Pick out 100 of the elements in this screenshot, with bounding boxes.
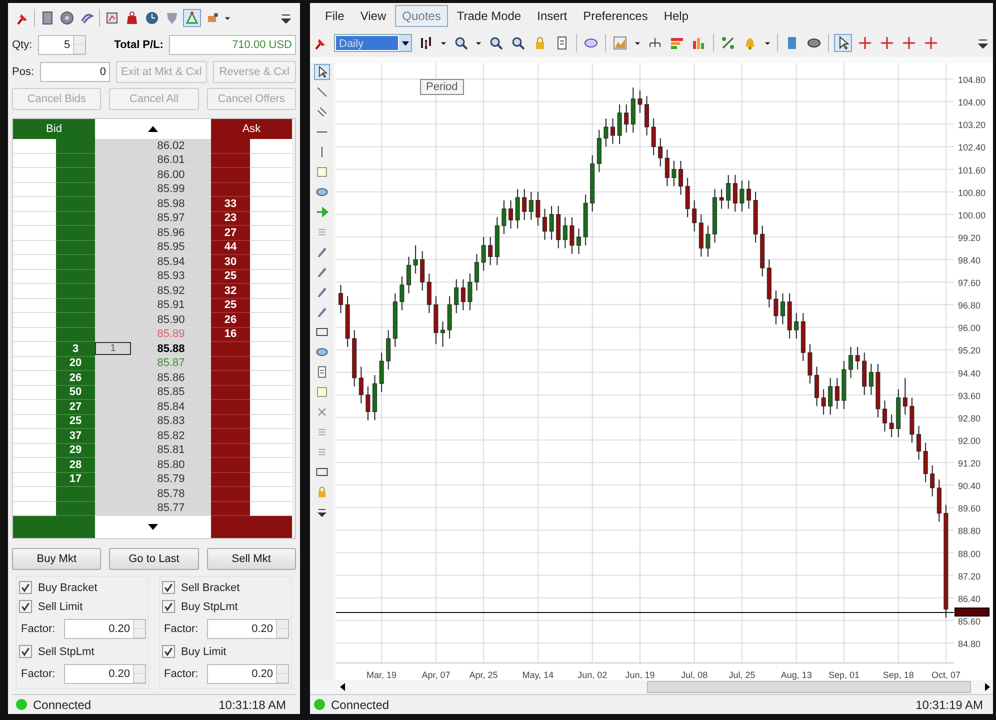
- ask-cell[interactable]: 16: [211, 328, 250, 342]
- zoom-icon[interactable]: [453, 35, 469, 51]
- ask-cell[interactable]: 32: [211, 284, 250, 298]
- crosshair-icon[interactable]: [901, 35, 917, 51]
- ask-cell[interactable]: 25: [211, 298, 250, 313]
- ask-cell[interactable]: [211, 371, 250, 386]
- bid-cell[interactable]: [56, 182, 95, 197]
- pencil-icon[interactable]: [315, 265, 329, 279]
- line-icon[interactable]: [315, 85, 329, 99]
- caret-icon[interactable]: [475, 40, 482, 46]
- bid-cell[interactable]: 26: [56, 371, 95, 386]
- ask-cell[interactable]: [211, 139, 250, 154]
- bid-cell[interactable]: [56, 197, 95, 212]
- menu-item[interactable]: View: [353, 5, 394, 27]
- menu-item[interactable]: Help: [656, 5, 696, 27]
- ask-cell[interactable]: [211, 168, 250, 182]
- bid-cell[interactable]: [56, 212, 95, 226]
- bid-cell[interactable]: 17: [56, 472, 95, 487]
- factor-field[interactable]: 0.20: [207, 664, 289, 684]
- percent-icon[interactable]: [720, 35, 736, 51]
- market-button[interactable]: Sell Mkt: [206, 548, 296, 570]
- note-icon[interactable]: [315, 165, 329, 179]
- bid-cell[interactable]: [56, 284, 95, 298]
- ask-cell[interactable]: 30: [211, 255, 250, 270]
- pencil-icon[interactable]: [315, 285, 329, 299]
- bid-cell[interactable]: 37: [56, 429, 95, 444]
- bid-cell[interactable]: 50: [56, 386, 95, 400]
- spin-buttons[interactable]: [133, 620, 145, 638]
- position-field[interactable]: 0: [40, 62, 110, 82]
- caret-icon[interactable]: [224, 16, 231, 20]
- caret-icon[interactable]: [402, 40, 408, 46]
- ask-cell[interactable]: 44: [211, 240, 250, 255]
- bid-cell[interactable]: 27: [56, 400, 95, 414]
- bid-cell[interactable]: [56, 313, 95, 328]
- menu-item[interactable]: Preferences: [576, 5, 655, 27]
- spin-buttons[interactable]: [276, 665, 288, 683]
- crosshair-icon[interactable]: [857, 35, 873, 51]
- scroll-right-icon[interactable]: [984, 683, 990, 691]
- factor-field[interactable]: 0.20: [64, 619, 146, 639]
- bid-cell[interactable]: [56, 487, 95, 502]
- zoom-icon[interactable]: [510, 35, 526, 51]
- rectangle-icon[interactable]: [315, 325, 329, 339]
- ask-cell[interactable]: [211, 458, 250, 472]
- crosshair-icon[interactable]: [923, 35, 939, 51]
- note-icon[interactable]: [315, 385, 329, 399]
- bid-cell[interactable]: [56, 502, 95, 516]
- menu-item[interactable]: File: [318, 5, 352, 27]
- checkbox[interactable]: [162, 581, 175, 594]
- caret-icon[interactable]: [764, 40, 771, 46]
- market-button[interactable]: Go to Last: [109, 548, 199, 570]
- checkbox[interactable]: [162, 600, 175, 613]
- spin-buttons[interactable]: [133, 665, 145, 683]
- bid-cell[interactable]: [56, 255, 95, 270]
- bid-cell[interactable]: [56, 154, 95, 168]
- bid-cell[interactable]: [56, 328, 95, 342]
- bid-cell[interactable]: 25: [56, 414, 95, 429]
- cursor-icon[interactable]: [315, 65, 329, 79]
- triangle-icon[interactable]: [184, 10, 200, 26]
- bid-cell[interactable]: [56, 168, 95, 182]
- spin-buttons[interactable]: [276, 620, 288, 638]
- menu-item[interactable]: Insert: [530, 5, 574, 27]
- ask-cell[interactable]: [211, 487, 250, 502]
- ask-cell[interactable]: 25: [211, 270, 250, 284]
- ask-cell[interactable]: [211, 400, 250, 414]
- ask-cell[interactable]: [211, 444, 250, 458]
- pencil-icon[interactable]: [315, 305, 329, 319]
- arrow-icon[interactable]: [315, 205, 329, 219]
- area-chart-icon[interactable]: [612, 35, 628, 51]
- order-marker[interactable]: 1: [95, 342, 131, 356]
- down-triangle-icon[interactable]: [148, 524, 158, 530]
- scrollbar-thumb[interactable]: [647, 681, 971, 693]
- bid-cell[interactable]: 29: [56, 444, 95, 458]
- page-icon[interactable]: [315, 365, 329, 379]
- bar-chart-icon[interactable]: [691, 35, 707, 51]
- spin-buttons[interactable]: [73, 36, 86, 54]
- scroll-left-icon[interactable]: [340, 683, 344, 691]
- ellipse-icon[interactable]: [315, 345, 329, 359]
- bid-cell[interactable]: 20: [56, 356, 95, 371]
- parallel-lines-icon[interactable]: [315, 105, 329, 119]
- ask-cell[interactable]: 26: [211, 313, 250, 328]
- ask-cell[interactable]: 23: [211, 212, 250, 226]
- pencil-icon[interactable]: [315, 245, 329, 259]
- cursor-icon[interactable]: [835, 35, 851, 51]
- ask-cell[interactable]: [211, 182, 250, 197]
- caret-icon[interactable]: [440, 40, 447, 46]
- checkbox[interactable]: [19, 600, 32, 613]
- rectangle-icon[interactable]: [315, 465, 329, 479]
- menu-item[interactable]: Quotes: [395, 5, 448, 27]
- ask-cell[interactable]: [211, 356, 250, 371]
- qty-field[interactable]: 5: [38, 34, 86, 54]
- ellipse-icon[interactable]: [315, 185, 329, 199]
- ask-cell[interactable]: [211, 414, 250, 429]
- ask-cell[interactable]: 27: [211, 226, 250, 240]
- bid-cell[interactable]: [56, 240, 95, 255]
- zoom-icon[interactable]: [488, 35, 504, 51]
- color-bars-icon[interactable]: [669, 35, 685, 51]
- ask-cell[interactable]: [211, 154, 250, 168]
- checkbox[interactable]: [19, 581, 32, 594]
- gear-icon[interactable]: [59, 10, 75, 26]
- bid-cell[interactable]: 28: [56, 458, 95, 472]
